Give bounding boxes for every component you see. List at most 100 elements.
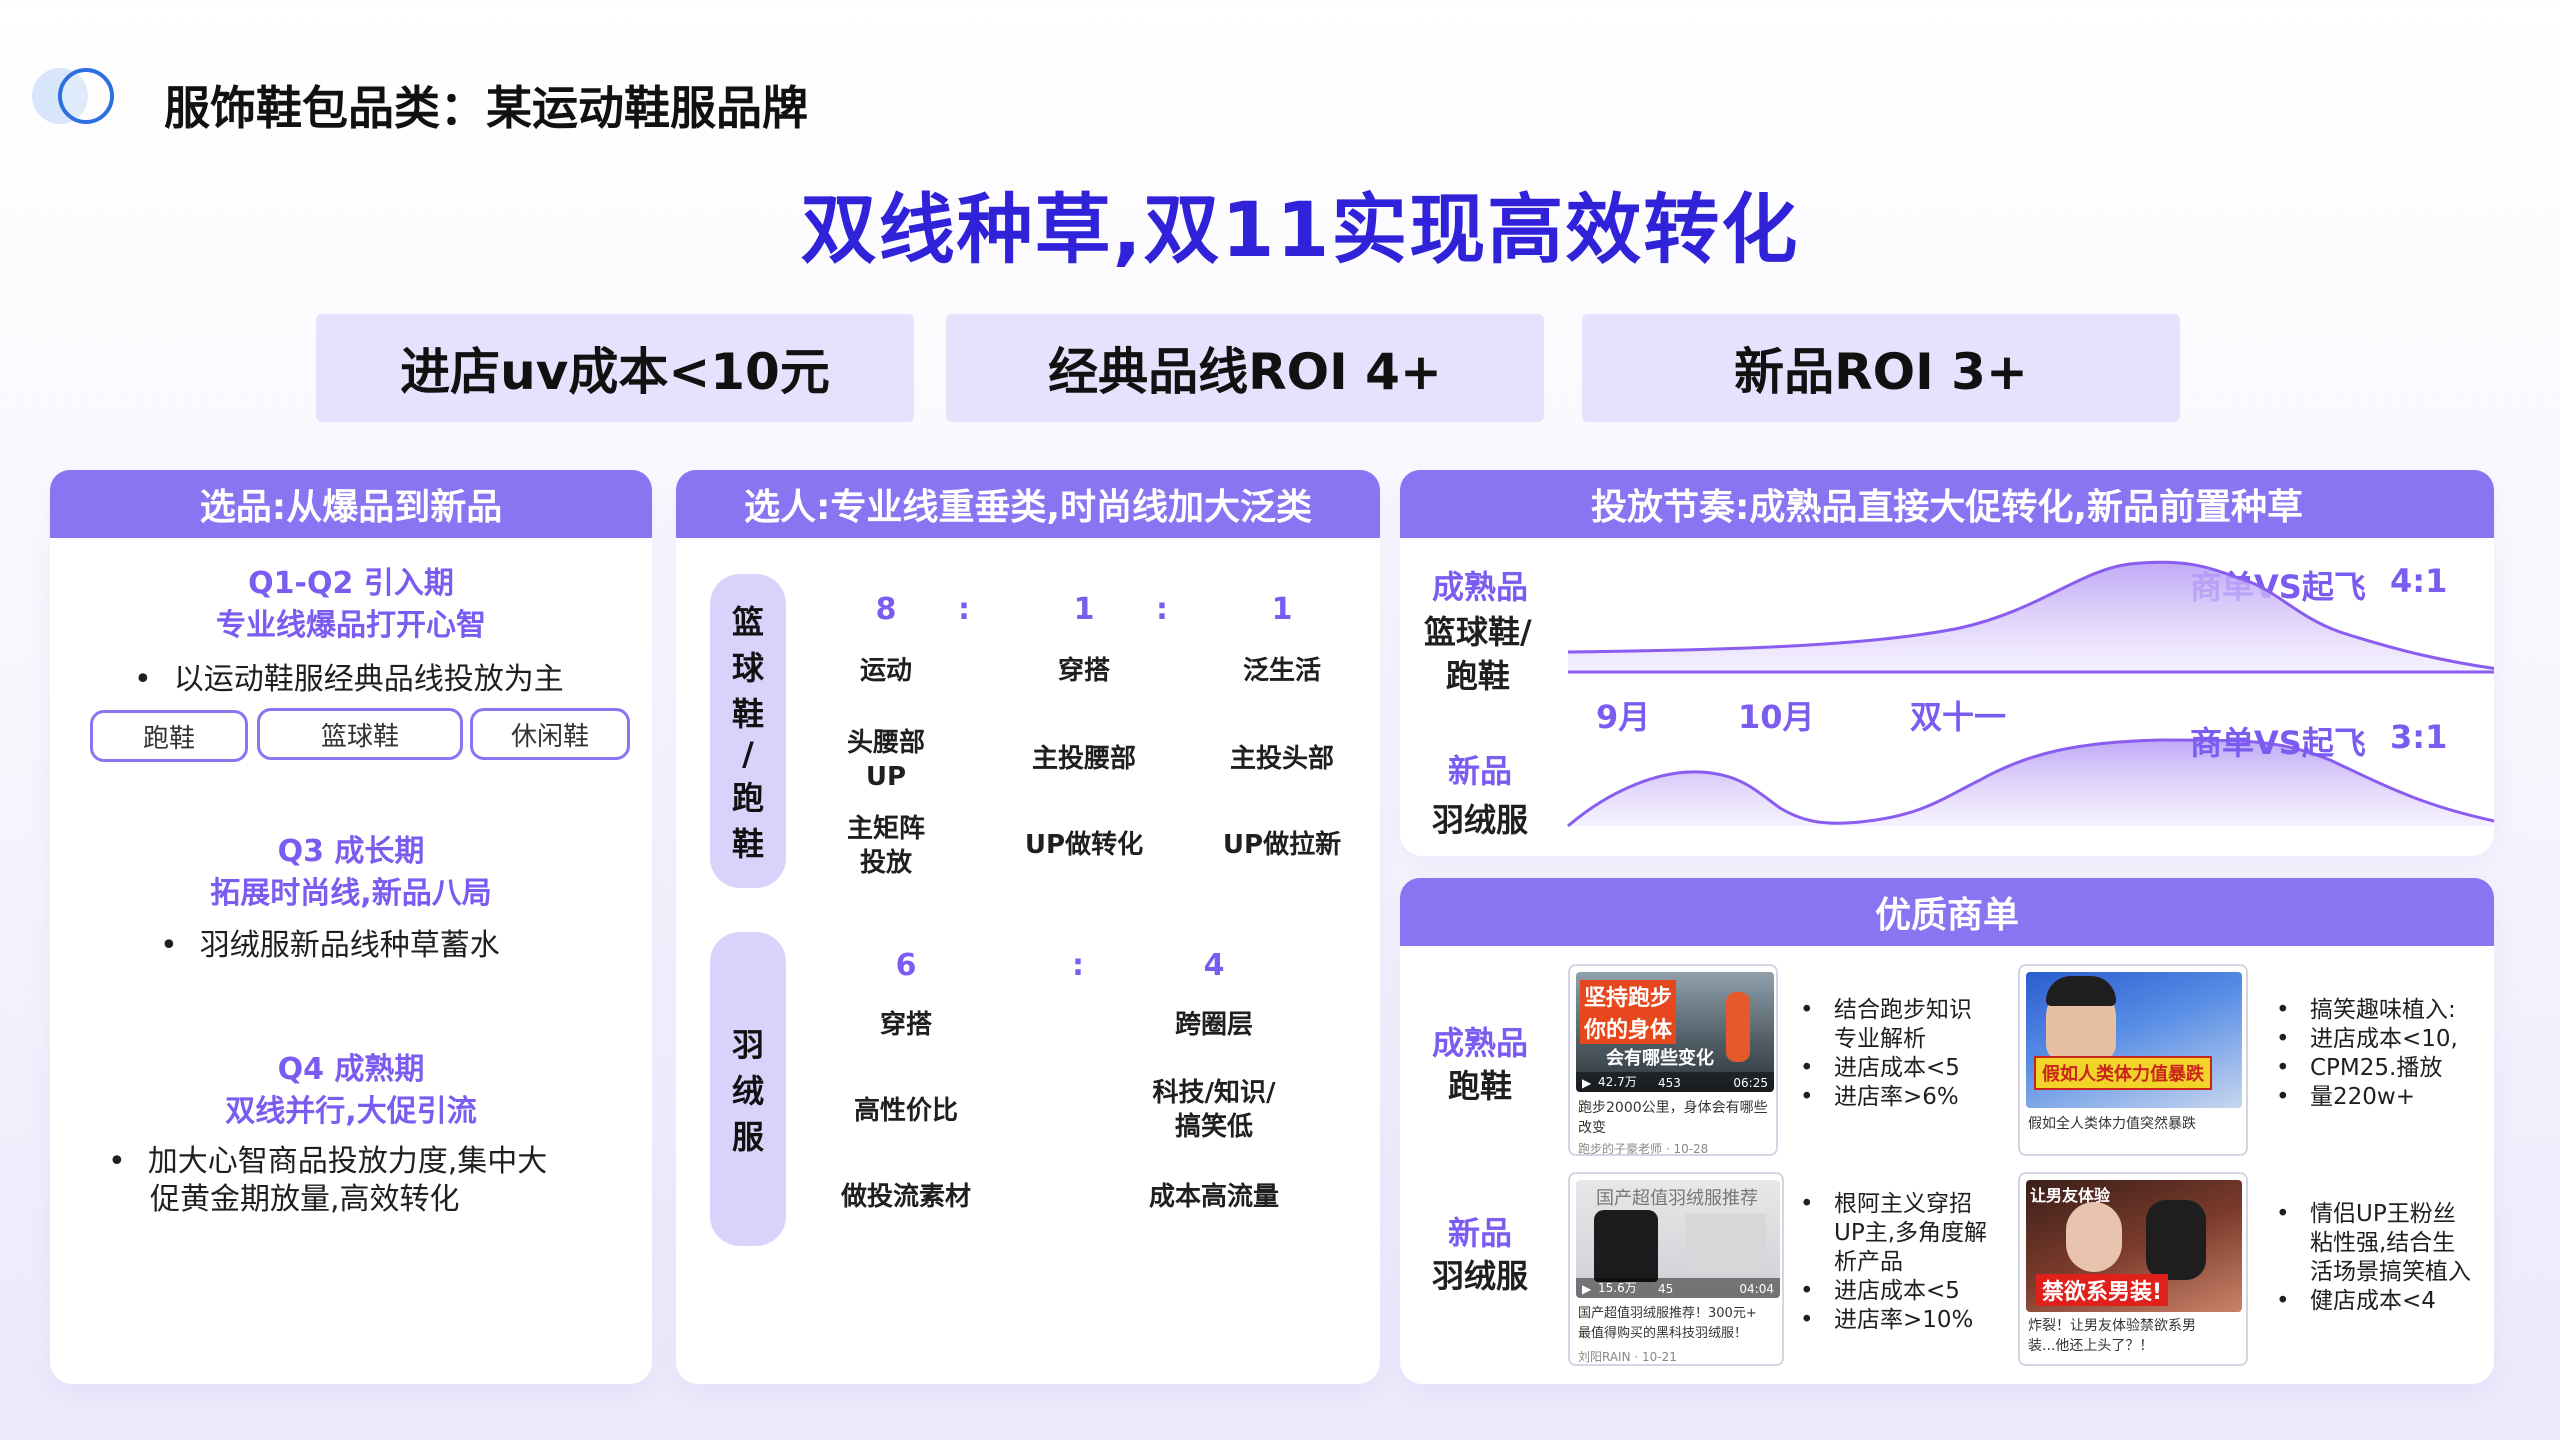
tag-pill: 篮球鞋 [257,708,463,760]
axis-label: 双十一 [1910,698,2007,736]
creator-strategy: 主矩阵 投放 [846,814,925,878]
category-char: 跑 [731,779,764,817]
jacket-figure [1594,1210,1658,1282]
panel-header: 选品:从爆品到新品 [50,470,652,538]
kpi-card: 经典品线ROI 4+ [946,314,1544,422]
creator-strategy: 成本高流量 [1148,1182,1279,1212]
ratio-label: 商单VS起飞 [2190,724,2366,762]
video-thumbnail[interactable]: 坚持跑步 你的身体 会有哪些变化 ▶ 42.7万 453 06:25 [1576,972,1774,1092]
panel-header: 优质商单 [1400,878,2494,946]
play-icon: ▶ [1582,1282,1592,1296]
phase-subtitle: 拓展时尚线,新品八局 [210,876,492,911]
ratio-value: 8 [875,592,897,627]
creator-type: 穿搭 [879,1010,932,1040]
video-thumbnail[interactable]: 假如人类体力值暴跌 [2026,972,2242,1108]
kpi-card: 新品ROI 3+ [1582,314,2180,422]
phase-subtitle: 双线并行,大促引流 [225,1094,477,1129]
category-pill: 篮 球 鞋 / 跑 鞋 [710,574,786,888]
product-label: 新品 [1448,1214,1513,1252]
category-char: 服 [731,1118,764,1156]
category-char: 篮 [731,603,764,641]
thumbnail-text: 坚持跑步 [1580,980,1677,1012]
video-card[interactable]: 国产超值羽绒服推荐 ▶ 15.6万 45 04:04 国产超值羽绒服推荐！300… [1568,1172,1784,1366]
note-list: 情侣UP王粉丝粘性强,结合生活场景搞笑植入 健店成本<4 [2276,1200,2496,1316]
creator-strategy: UP做拉新 [1222,830,1342,860]
comment-count: 453 [1658,1076,1681,1090]
creator-strategy: 头腰部 UP [846,728,925,792]
phase-bullet: 以运动鞋服经典品线投放为主 [134,654,564,698]
kpi-card: 进店uv成本<10元 [316,314,914,422]
video-caption: 炸裂！让男友体验禁欲系男 装...他还上头了？！ [2028,1318,2196,1354]
section-title: 服饰鞋包品类：某运动鞋服品牌 [164,81,808,135]
logo-icon [32,66,120,126]
video-card[interactable]: 坚持跑步 你的身体 会有哪些变化 ▶ 42.7万 453 06:25 跑步200… [1568,964,1778,1156]
creator-strategy: 主投腰部 [1031,744,1136,774]
product-label: 新品 [1448,752,1513,790]
rhythm-panel: 投放节奏:成熟品直接大促转化,新品前置种草 成熟品 篮球鞋/跑鞋 商单VS起飞 … [1400,470,2494,856]
video-thumbnail[interactable]: 国产超值羽绒服推荐 ▶ 15.6万 45 04:04 [1576,1180,1780,1298]
creator-strategy: UP做转化 [1024,830,1144,860]
thumbnail-text: 国产超值羽绒服推荐 [1596,1188,1758,1209]
phase-bullet: 羽绒服新品线种草蓄水 [160,920,500,964]
comment-count: 45 [1658,1282,1674,1296]
ratio-sep: : [1156,592,1168,627]
thumbnail-text: 会有哪些变化 [1606,1048,1714,1069]
thumbnail-text: 禁欲系男装! [2036,1274,2169,1306]
quality-orders-panel: 优质商单 成熟品 跑鞋 坚持跑步 你的身体 会有哪些变化 ▶ 42.7万 453… [1400,878,2494,1384]
person-figure [2066,1202,2122,1272]
ratio-value: 6 [895,948,917,983]
play-icon: ▶ [1582,1076,1592,1090]
note-list: 结合跑步知识专业解析 进店成本<5 进店率>6% [1800,996,2030,1112]
phase-subtitle: 专业线爆品打开心智 [216,608,486,643]
phase-title: Q4 成熟期 [277,1052,425,1087]
page-title: 双线种草,双11实现高效转化 [800,185,1800,274]
product-label: 羽绒服 [1432,1257,1529,1295]
product-label: 羽绒服 [1432,801,1529,839]
video-card[interactable]: 假如人类体力值暴跌 假如全人类体力值突然暴跌 [2018,964,2248,1156]
ratio-value: 1 [1271,592,1293,627]
person-figure [2146,1200,2206,1280]
duration: 06:25 [1733,1076,1768,1090]
video-thumbnail[interactable]: 让男友体验 禁欲系男装! [2026,1180,2242,1312]
duration: 04:04 [1739,1282,1774,1296]
selection-panel: 选品:从爆品到新品 Q1-Q2 引入期 专业线爆品打开心智 以运动鞋服经典品线投… [50,470,652,1384]
ratio-sep: : [958,592,970,627]
tag-pill: 跑鞋 [90,710,248,762]
note-list: 搞笑趣味植入: 进店成本<10, CPM25.播放 量220w+ [2276,996,2496,1112]
category-char: 鞋 [731,825,764,863]
creator-panel: 选人:专业线重垂类,时尚线加大泛类 篮 球 鞋 / 跑 鞋 8 : 1 : 1 … [676,470,1380,1384]
category-char: 羽 [731,1026,764,1064]
category-char: 球 [731,649,764,687]
note-list: 根阿主义穿招UP主,多角度解析产品 进店成本<5 进店率>10% [1800,1190,2020,1335]
axis-label: 9月 [1596,698,1651,736]
creator-type: 泛生活 [1242,656,1321,686]
video-author: 跑步的子豪老师 · 10-28 [1578,1142,1709,1156]
ratio-value: 4 [1203,948,1225,983]
creator-type: 运动 [859,656,912,686]
rhythm-curve-chart [1567,560,2494,828]
video-author: 刘阳RAIN · 10-21 [1578,1350,1677,1364]
category-char: 绒 [731,1072,764,1110]
creator-strategy: 高性价比 [853,1096,958,1126]
thumbnail-text: 你的身体 [1580,1012,1677,1044]
phase-bullet-cont: 促黄金期放量,高效转化 [150,1182,460,1217]
product-label: 跑鞋 [1448,1067,1513,1105]
category-pill: 羽 绒 服 [710,932,786,1246]
category-char: / [742,735,754,773]
tag-pill: 休闲鞋 [470,708,630,760]
view-count: 42.7万 [1598,1075,1637,1089]
phase-title: Q1-Q2 引入期 [248,566,454,601]
category-char: 鞋 [731,695,764,733]
view-count: 15.6万 [1598,1281,1637,1295]
creator-type: 跨圈层 [1174,1010,1253,1040]
ratio-value: 3:1 [2390,718,2448,756]
ratio-value: 1 [1073,592,1095,627]
video-card[interactable]: 让男友体验 禁欲系男装! 炸裂！让男友体验禁欲系男 装...他还上头了？！ [2018,1172,2248,1366]
product-label: 成熟品 [1432,1024,1529,1062]
spec-board [1686,1214,1766,1270]
creator-type: 穿搭 [1057,656,1110,686]
thumbnail-text: 假如人类体力值暴跌 [2034,1056,2212,1090]
mature-curve-fill [1568,562,2494,672]
panel-header: 选人:专业线重垂类,时尚线加大泛类 [676,470,1380,538]
runner-figure [1726,992,1750,1062]
